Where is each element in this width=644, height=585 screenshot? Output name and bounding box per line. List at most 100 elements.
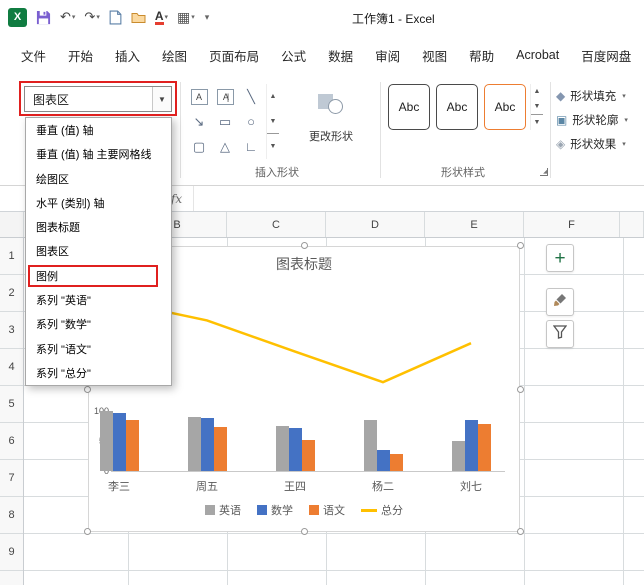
customize-qat-button[interactable]: ▾ — [204, 12, 210, 23]
ribbon-tab[interactable]: 页面布局 — [198, 34, 270, 76]
shape-style-sample-2[interactable]: Abc — [436, 84, 478, 130]
redo-chevron-icon[interactable]: ▾ — [96, 13, 100, 21]
shape-styles-dialog-launcher-icon[interactable] — [540, 168, 548, 176]
ribbon-tab[interactable]: 文件 — [10, 34, 57, 76]
legend-item-语文[interactable]: 语文 — [309, 502, 345, 518]
shape-fill-button[interactable]: ◆ 形状填充 ▾ — [556, 84, 644, 108]
chart-handle-bottom-left[interactable] — [84, 528, 91, 535]
row-header-8[interactable]: 8 — [0, 497, 23, 534]
save-icon[interactable] — [36, 10, 51, 25]
vertical-textbox-shape-icon[interactable]: A| — [212, 84, 238, 109]
legend-item-英语[interactable]: 英语 — [205, 502, 241, 518]
chart-handle-top-right[interactable] — [517, 242, 524, 249]
column-header-D[interactable]: D — [326, 212, 425, 237]
bar-英语[interactable] — [187, 417, 201, 471]
ribbon-tab[interactable]: 绘图 — [151, 34, 198, 76]
shape-outline-chevron-icon[interactable]: ▾ — [624, 116, 628, 124]
shapes-gallery-more-icon[interactable]: ▼ — [267, 133, 279, 159]
row-header-5[interactable]: 5 — [0, 386, 23, 423]
chart-handle-bottom-center[interactable] — [301, 528, 308, 535]
chart-filters-button[interactable] — [546, 320, 574, 348]
rounded-rectangle-shape-icon[interactable]: ▢ — [186, 134, 212, 159]
bar-数学[interactable] — [112, 412, 126, 471]
oval-shape-icon[interactable]: ○ — [238, 109, 264, 134]
change-shape-button[interactable]: 更改形状 — [294, 84, 368, 174]
undo-chevron-icon[interactable]: ▾ — [72, 13, 76, 21]
ribbon-tab[interactable]: 百度网盘 — [570, 34, 642, 76]
shape-style-sample-3[interactable]: Abc — [484, 84, 526, 130]
font-color-chevron-icon[interactable]: ▾ — [165, 13, 169, 21]
bar-语文[interactable] — [301, 439, 315, 471]
arrow-line-shape-icon[interactable]: ↘ — [186, 109, 212, 134]
dropdown-item[interactable]: 图例 — [26, 264, 171, 288]
bar-数学[interactable] — [464, 420, 478, 471]
dropdown-item[interactable]: 系列 "语文" — [26, 336, 171, 360]
bar-语文[interactable] — [125, 420, 139, 471]
redo-button[interactable]: ↷ ▾ — [84, 9, 99, 25]
shapes-scroll-up-icon[interactable]: ▲ — [267, 84, 279, 109]
dropdown-item[interactable]: 图表标题 — [26, 215, 171, 239]
column-header-C[interactable]: C — [227, 212, 326, 237]
rectangle-shape-icon[interactable]: ▭ — [212, 109, 238, 134]
bar-数学[interactable] — [376, 450, 390, 471]
legend-item-总分[interactable]: 总分 — [361, 502, 403, 518]
table-borders-button[interactable]: ▦ ▾ — [177, 9, 195, 26]
chart-styles-button[interactable] — [546, 288, 574, 316]
dropdown-item[interactable]: 系列 "英语" — [26, 288, 171, 312]
combo-dropdown-icon[interactable]: ▼ — [152, 87, 171, 111]
styles-scroll-down-icon[interactable]: ▼ — [531, 99, 543, 114]
shape-outline-button[interactable]: ▣ 形状轮廓 ▾ — [556, 108, 644, 132]
shapes-scroll-down-icon[interactable]: ▼ — [267, 109, 279, 134]
chart-elements-button[interactable]: + — [546, 244, 574, 272]
column-header-partial[interactable] — [620, 212, 644, 237]
ribbon-tab[interactable]: 公式 — [270, 34, 317, 76]
dropdown-item[interactable]: 垂直 (值) 轴 — [26, 118, 171, 142]
bar-语文[interactable] — [389, 454, 403, 471]
bar-语文[interactable] — [477, 424, 491, 471]
row-header-3[interactable]: 3 — [0, 312, 23, 349]
dropdown-item[interactable]: 图表区 — [26, 239, 171, 263]
bar-英语[interactable] — [99, 411, 113, 471]
bar-英语[interactable] — [363, 420, 377, 471]
styles-gallery-more-icon[interactable]: ▼ — [531, 114, 543, 130]
bar-英语[interactable] — [275, 426, 289, 471]
open-folder-icon[interactable] — [131, 11, 146, 24]
shape-fill-chevron-icon[interactable]: ▾ — [622, 92, 626, 100]
triangle-shape-icon[interactable]: △ — [212, 134, 238, 159]
undo-button[interactable]: ↶ ▾ — [60, 9, 75, 25]
ribbon-tab[interactable]: Acrobat — [505, 34, 570, 76]
row-header-4[interactable]: 4 — [0, 349, 23, 386]
font-color-button[interactable]: A ▾ — [154, 10, 169, 25]
chart-handle-middle-right[interactable] — [517, 386, 524, 393]
dropdown-item[interactable]: 系列 "总分" — [26, 361, 171, 385]
row-header-7[interactable]: 7 — [0, 460, 23, 497]
chart-handle-top-center[interactable] — [301, 242, 308, 249]
ribbon-tab[interactable]: 插入 — [104, 34, 151, 76]
ribbon-tab[interactable]: 审阅 — [364, 34, 411, 76]
styles-scroll-up-icon[interactable]: ▲ — [531, 84, 543, 99]
select-all-corner[interactable] — [0, 212, 24, 237]
column-header-F[interactable]: F — [524, 212, 620, 237]
column-header-E[interactable]: E — [425, 212, 524, 237]
dropdown-item[interactable]: 系列 "数学" — [26, 312, 171, 336]
ribbon-tab[interactable]: 帮助 — [458, 34, 505, 76]
table-chevron-icon[interactable]: ▾ — [191, 13, 195, 21]
shape-style-sample-1[interactable]: Abc — [388, 84, 430, 130]
ribbon-tab[interactable]: 视图 — [411, 34, 458, 76]
legend-item-数学[interactable]: 数学 — [257, 502, 293, 518]
ribbon-tab[interactable]: 数据 — [317, 34, 364, 76]
chart-handle-bottom-right[interactable] — [517, 528, 524, 535]
chart-legend[interactable]: 英语 数学 语文 总分 — [89, 502, 519, 518]
new-document-icon[interactable] — [109, 10, 122, 25]
line-shape-icon[interactable]: ╲ — [238, 84, 264, 109]
shape-effects-chevron-icon[interactable]: ▾ — [622, 140, 626, 148]
formula-input[interactable] — [194, 186, 644, 211]
row-header-6[interactable]: 6 — [0, 423, 23, 460]
chart-handle-middle-left[interactable] — [84, 386, 91, 393]
dropdown-item[interactable]: 垂直 (值) 轴 主要网格线 — [26, 142, 171, 166]
row-header-2[interactable]: 2 — [0, 275, 23, 312]
dropdown-item[interactable]: 水平 (类别) 轴 — [26, 191, 171, 215]
textbox-shape-icon[interactable]: A — [186, 84, 212, 109]
chart-element-selector[interactable]: 图表区 ▼ — [24, 86, 172, 112]
bar-语文[interactable] — [213, 427, 227, 471]
